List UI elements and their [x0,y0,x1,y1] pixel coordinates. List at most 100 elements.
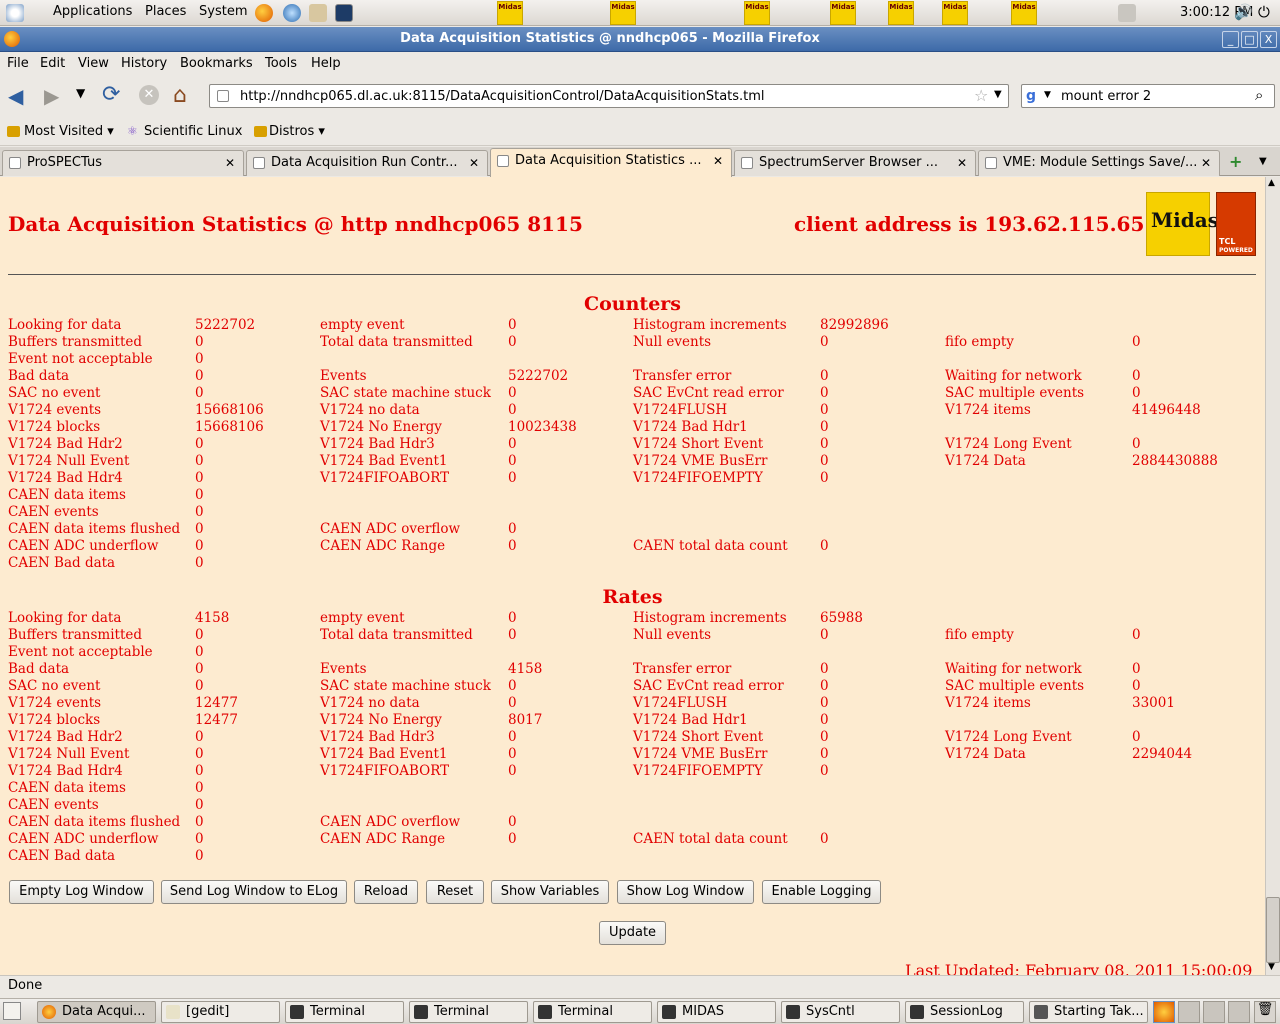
stat-label: CAEN events [8,797,99,813]
search-icon[interactable]: ⌕ [1255,86,1263,104]
reload-button[interactable]: Reload [354,880,418,904]
network-launcher-icon[interactable] [283,4,301,22]
stat-value: 0 [508,521,517,537]
bookmark-star-icon[interactable]: ☆ [974,86,988,105]
workspace-1-icon[interactable] [1153,1001,1175,1023]
tab-close-icon[interactable]: ✕ [1201,151,1211,175]
taskbar-firefox[interactable]: Data Acqui... [37,1001,156,1023]
tab-statistics[interactable]: Data Acquisition Statistics ... ✕ [490,148,732,177]
tab-run-control[interactable]: Data Acquisition Run Contr... ✕ [246,150,488,176]
volume-icon[interactable]: 🔊 [1234,3,1253,21]
workspace-3-icon[interactable] [1203,1001,1225,1023]
tab-close-icon[interactable]: ✕ [713,149,723,173]
stat-value: 0 [820,678,829,694]
url-text[interactable]: http://nndhcp065.dl.ac.uk:8115/DataAcqui… [240,89,765,104]
firefox-launcher-icon[interactable] [255,4,273,22]
stat-value: 0 [508,470,517,486]
applications-menu[interactable]: Applications [53,4,132,19]
menu-tools[interactable]: Tools [265,56,297,71]
gnome-foot-icon[interactable] [6,4,24,22]
workspace-2-icon[interactable] [1178,1001,1200,1023]
scroll-down-icon[interactable]: ▼ [1268,962,1275,972]
notes-launcher-icon[interactable] [309,4,327,22]
taskbar-gedit[interactable]: [gedit] [161,1001,280,1023]
taskbar-starting-task[interactable]: Starting Tak... [1029,1001,1148,1023]
tab-close-icon[interactable]: ✕ [469,151,479,175]
minimize-button[interactable]: _ [1222,31,1239,48]
show-log-window-button[interactable]: Show Log Window [617,880,754,904]
stat-value: 0 [195,763,204,779]
update-button[interactable]: Update [599,921,666,945]
send-log-elog-button[interactable]: Send Log Window to ELog [161,880,347,904]
stat-label: V1724 blocks [8,712,101,728]
tab-close-icon[interactable]: ✕ [225,151,235,175]
bookmark-most-visited[interactable]: Most Visited ▾ [24,124,114,139]
midas-applet-icon[interactable]: Midas [1011,1,1037,25]
forward-icon[interactable]: ▶ [44,84,59,108]
empty-log-button[interactable]: Empty Log Window [9,880,154,904]
stat-label: SAC state machine stuck [320,678,491,694]
system-menu[interactable]: System [199,4,247,19]
printer-icon[interactable] [1118,4,1136,22]
tab-prospectus[interactable]: ProSPECTus ✕ [2,150,244,176]
enable-logging-button[interactable]: Enable Logging [762,880,881,904]
menu-edit[interactable]: Edit [40,56,65,71]
bookmark-scientific-linux[interactable]: Scientific Linux [144,124,242,139]
tab-list-icon[interactable]: ▼ [1259,156,1267,167]
taskbar-syscntl[interactable]: SysCntl [781,1001,900,1023]
midas-applet-icon[interactable]: Midas [888,1,914,25]
workspace-4-icon[interactable] [1228,1001,1250,1023]
taskbar-label: Terminal [558,1004,613,1019]
tab-vme-settings[interactable]: VME: Module Settings Save/... ✕ [978,150,1220,176]
menu-bookmarks[interactable]: Bookmarks [180,56,253,71]
midas-applet-icon[interactable]: Midas [942,1,968,25]
show-desktop-icon[interactable] [3,1002,21,1020]
history-dropdown-icon[interactable]: ▼ [76,86,85,100]
taskbar-terminal-3[interactable]: Terminal [533,1001,652,1023]
trash-icon[interactable]: 🗑 [1254,1001,1276,1023]
midas-applet-icon[interactable]: Midas [744,1,770,25]
new-tab-icon[interactable]: + [1229,152,1242,171]
menu-file[interactable]: File [7,56,29,71]
url-dropdown-icon[interactable]: ▼ [994,89,1002,100]
window-titlebar: Data Acquisition Statistics @ nndhcp065 … [0,27,1280,52]
places-menu[interactable]: Places [145,4,186,19]
close-window-button[interactable]: X [1260,31,1277,48]
menu-history[interactable]: History [121,56,167,71]
maximize-button[interactable]: □ [1241,31,1258,48]
reload-icon[interactable]: ⟳ [102,82,120,107]
midas-applet-icon[interactable]: Midas [830,1,856,25]
stat-value: 15668106 [195,419,264,435]
menu-view[interactable]: View [78,56,109,71]
tab-spectrum-server[interactable]: SpectrumServer Browser ... ✕ [734,150,976,176]
stat-label: CAEN total data count [633,831,788,847]
engine-dropdown-icon[interactable]: ▼ [1044,90,1051,100]
stop-icon[interactable]: ✕ [139,85,159,105]
show-variables-button[interactable]: Show Variables [491,880,609,904]
home-icon[interactable]: ⌂ [173,83,187,108]
taskbar-midas[interactable]: MIDAS [657,1001,776,1023]
midas-applet-icon[interactable]: Midas [610,1,636,25]
terminal-launcher-icon[interactable] [335,4,353,22]
midas-logo[interactable]: Midas [1146,192,1219,256]
scrollbar-thumb[interactable] [1266,897,1280,963]
google-engine-icon[interactable]: g [1026,88,1042,104]
taskbar-terminal-1[interactable]: Terminal [285,1001,404,1023]
scroll-up-icon[interactable]: ▲ [1268,178,1275,188]
search-input[interactable]: mount error 2 [1061,89,1151,104]
tcl-powered-logo[interactable]: TCL POWERED [1216,192,1256,256]
reset-button[interactable]: Reset [426,880,484,904]
stat-label: V1724FLUSH [633,402,728,418]
tab-close-icon[interactable]: ✕ [957,151,967,175]
stat-value: 0 [508,814,517,830]
logout-icon[interactable]: ⏻ [1258,3,1270,21]
menu-help[interactable]: Help [311,56,341,71]
back-icon[interactable]: ◀ [8,84,23,108]
bookmark-distros[interactable]: Distros ▾ [269,124,325,139]
page-favicon-icon [217,90,229,102]
stat-value: 0 [195,538,204,554]
taskbar-terminal-2[interactable]: Terminal [409,1001,528,1023]
page-scrollbar[interactable]: ▲ ▼ [1265,177,1280,975]
taskbar-sessionlog[interactable]: SessionLog [905,1001,1024,1023]
midas-applet-icon[interactable]: Midas [497,1,523,25]
